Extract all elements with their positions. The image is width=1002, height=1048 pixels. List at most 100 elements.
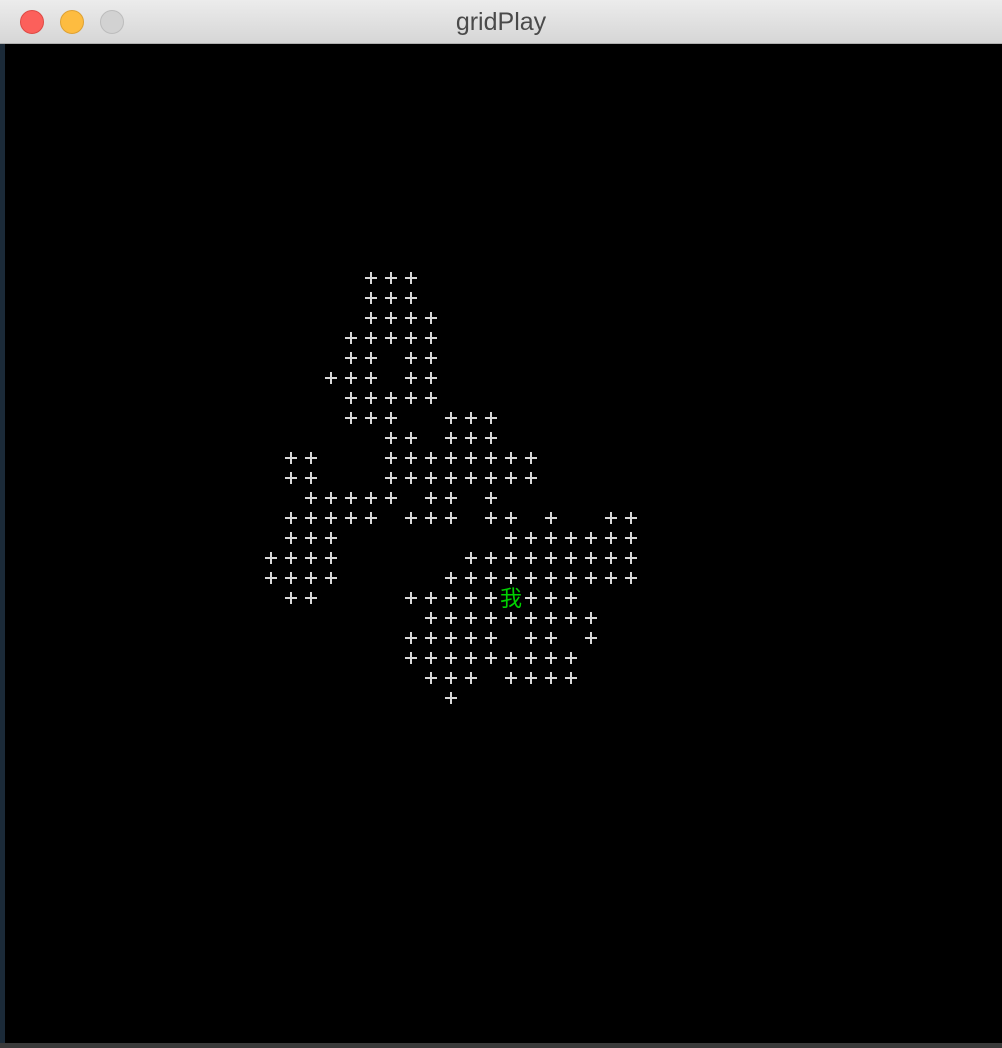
floor-tile: [505, 472, 517, 484]
floor-tile: [485, 612, 497, 624]
floor-tile: [445, 672, 457, 684]
floor-tile: [345, 332, 357, 344]
game-canvas[interactable]: 我: [5, 44, 1002, 1043]
floor-tile: [405, 452, 417, 464]
floor-tile: [405, 652, 417, 664]
floor-tile: [565, 572, 577, 584]
floor-tile: [425, 332, 437, 344]
floor-tile: [425, 452, 437, 464]
floor-tile: [565, 652, 577, 664]
floor-tile: [285, 452, 297, 464]
floor-tile: [285, 592, 297, 604]
floor-tile: [565, 612, 577, 624]
floor-tile: [445, 592, 457, 604]
floor-tile: [505, 532, 517, 544]
floor-tile: [585, 552, 597, 564]
floor-tile: [505, 652, 517, 664]
floor-tile: [305, 472, 317, 484]
floor-tile: [385, 312, 397, 324]
floor-tile: [385, 492, 397, 504]
floor-tile: [385, 432, 397, 444]
floor-tile: [585, 632, 597, 644]
floor-tile: [625, 532, 637, 544]
floor-tile: [625, 512, 637, 524]
floor-tile: [445, 652, 457, 664]
floor-tile: [365, 392, 377, 404]
floor-tile: [485, 632, 497, 644]
floor-tile: [305, 572, 317, 584]
floor-tile: [425, 372, 437, 384]
floor-tile: [445, 632, 457, 644]
floor-tile: [305, 512, 317, 524]
floor-tile: [525, 592, 537, 604]
title-bar[interactable]: gridPlay: [0, 0, 1002, 44]
floor-tile: [305, 592, 317, 604]
floor-tile: [465, 632, 477, 644]
floor-tile: [445, 472, 457, 484]
floor-tile: [465, 452, 477, 464]
floor-tile: [565, 592, 577, 604]
floor-tile: [285, 472, 297, 484]
floor-tile: [445, 412, 457, 424]
floor-tile: [345, 392, 357, 404]
floor-tile: [545, 592, 557, 604]
floor-tile: [405, 432, 417, 444]
floor-tile: [585, 612, 597, 624]
floor-tile: [585, 532, 597, 544]
floor-tile: [485, 432, 497, 444]
floor-tile: [565, 532, 577, 544]
floor-tile: [445, 572, 457, 584]
floor-tile: [605, 512, 617, 524]
floor-tile: [425, 392, 437, 404]
floor-tile: [485, 412, 497, 424]
floor-tile: [385, 332, 397, 344]
floor-tile: [385, 412, 397, 424]
floor-tile: [345, 372, 357, 384]
floor-tile: [565, 552, 577, 564]
floor-tile: [425, 352, 437, 364]
floor-tile: [425, 512, 437, 524]
floor-tile: [365, 372, 377, 384]
floor-tile: [365, 292, 377, 304]
floor-tile: [465, 612, 477, 624]
floor-tile: [525, 472, 537, 484]
floor-tile: [405, 592, 417, 604]
floor-tile: [305, 492, 317, 504]
floor-tile: [405, 632, 417, 644]
window-title: gridPlay: [455, 8, 547, 36]
floor-tile: [525, 452, 537, 464]
floor-tile: [505, 452, 517, 464]
floor-tile: [425, 472, 437, 484]
floor-tile: [465, 432, 477, 444]
floor-tile: [425, 652, 437, 664]
floor-tile: [545, 572, 557, 584]
floor-tile: [365, 272, 377, 284]
floor-tile: [485, 552, 497, 564]
floor-tile: [505, 672, 517, 684]
tile-grid: 我: [5, 44, 1002, 1043]
floor-tile: [485, 572, 497, 584]
floor-tile: [485, 472, 497, 484]
floor-tile: [445, 452, 457, 464]
floor-tile: [365, 352, 377, 364]
floor-tile: [365, 332, 377, 344]
floor-tile: [445, 612, 457, 624]
floor-tile: [345, 352, 357, 364]
floor-tile: [485, 652, 497, 664]
floor-tile: [445, 512, 457, 524]
floor-tile: [345, 492, 357, 504]
floor-tile: [405, 472, 417, 484]
floor-tile: [605, 572, 617, 584]
floor-tile: [365, 512, 377, 524]
floor-tile: [385, 392, 397, 404]
floor-tile: [585, 572, 597, 584]
floor-tile: [425, 592, 437, 604]
floor-tile: [625, 552, 637, 564]
floor-tile: [525, 552, 537, 564]
floor-tile: [485, 492, 497, 504]
floor-tile: [345, 512, 357, 524]
floor-tile: [545, 612, 557, 624]
floor-tile: [445, 692, 457, 704]
floor-tile: [285, 552, 297, 564]
floor-tile: [425, 312, 437, 324]
